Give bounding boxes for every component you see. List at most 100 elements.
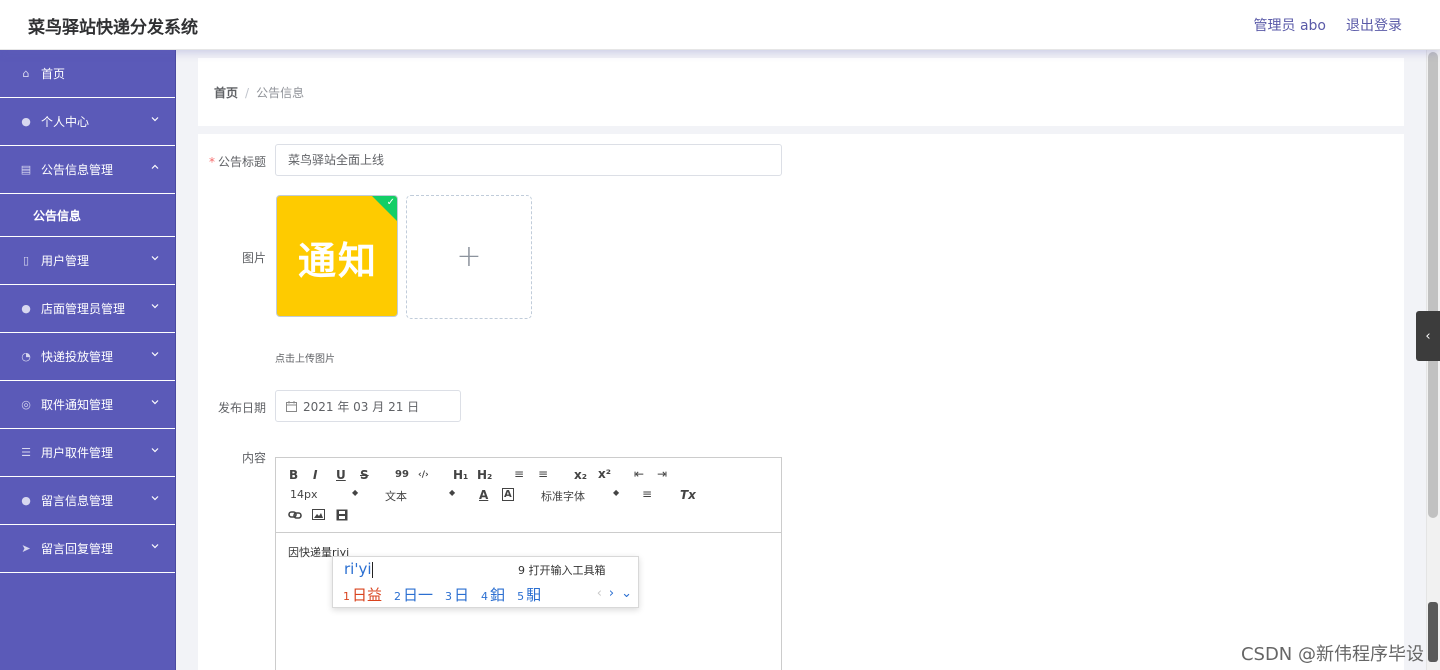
quote-button[interactable]: 99 (395, 468, 409, 482)
image-upload-button[interactable]: + (406, 195, 532, 319)
date-picker[interactable]: 2021 年 03 月 21 日 (275, 390, 461, 422)
sidebar-item-label: 店面管理员管理 (41, 302, 126, 316)
sidebar-item-label: 留言回复管理 (41, 542, 114, 556)
select-arrow-icon: ◆ (449, 488, 456, 497)
sidebar-item-label: 首页 (41, 67, 66, 81)
sidebar-item-label: 个人中心 (41, 115, 90, 129)
person-icon: ● (21, 302, 31, 315)
italic-button[interactable]: I (313, 468, 317, 482)
floating-widget[interactable] (1428, 602, 1438, 662)
sidebar-item[interactable]: ● 留言信息管理 (0, 477, 175, 525)
app-title: 菜鸟驿站快递分发系统 (28, 18, 198, 38)
admin-user-label[interactable]: 管理员 abo (1254, 15, 1326, 35)
check-icon: ✓ (386, 197, 395, 208)
text-color-button[interactable]: A (479, 488, 488, 502)
sidebar-item[interactable]: ◎ 取件通知管理 (0, 381, 175, 429)
content-label: 内容 (241, 451, 266, 465)
h1-button[interactable]: H₁ (453, 468, 468, 482)
font-size-select[interactable]: 14px ◆ (290, 488, 360, 501)
chevron-down-icon[interactable]: ⌄ (621, 586, 632, 601)
breadcrumb-panel: 首页 / 公告信息 (198, 58, 1404, 126)
sidebar-item-label: 留言信息管理 (41, 494, 114, 508)
ime-candidate-list: 1 日益 2 日一 3 日 4 鈤 5 馹 (343, 584, 541, 605)
superscript-button[interactable]: x² (598, 467, 611, 481)
chevron-left-icon[interactable]: ‹ (597, 586, 602, 601)
sidebar-item[interactable]: ◔ 快递投放管理 (0, 333, 175, 381)
header-actions: 管理员 abo 退出登录 (1254, 15, 1402, 35)
sidebar-item[interactable]: ➤ 留言回复管理 (0, 525, 175, 573)
logout-link[interactable]: 退出登录 (1346, 15, 1402, 35)
underline-button[interactable]: U (336, 468, 346, 482)
clear-format-button[interactable]: Tx (680, 488, 696, 502)
ordered-list-button[interactable]: ≡ (514, 467, 524, 481)
ime-candidate[interactable]: 4鈤 (481, 584, 505, 605)
sidebar-item[interactable]: ☰ 用户取件管理 (0, 429, 175, 477)
chevron-down-icon (151, 256, 159, 261)
sidebar-item-label: 用户取件管理 (41, 446, 114, 460)
font-family-select[interactable]: 标准字体 ◆ (541, 488, 623, 504)
chevron-right-icon[interactable]: › (609, 586, 614, 601)
subscript-button[interactable]: x₂ (574, 468, 587, 482)
image-label: 图片 (241, 251, 266, 265)
breadcrumb-home[interactable]: 首页 (214, 86, 238, 100)
ime-candidate[interactable]: 5馹 (517, 584, 541, 605)
header-select[interactable]: 文本 ◆ (385, 488, 460, 504)
align-button[interactable]: ≡ (642, 487, 652, 501)
chevron-down-icon (151, 352, 159, 357)
video-icon[interactable] (336, 509, 348, 521)
h2-button[interactable]: H₂ (477, 468, 492, 482)
ime-toolbox-hint[interactable]: 9 打开输入工具箱 (518, 562, 606, 578)
bullet-list-button[interactable]: ≡ (538, 467, 548, 481)
scrollbar-thumb[interactable] (1428, 52, 1438, 518)
date-label: 发布日期 (217, 401, 266, 415)
strike-button[interactable]: S (360, 468, 369, 482)
uploaded-image-thumbnail[interactable]: 通知 ✓ (276, 195, 398, 317)
background-color-button[interactable]: A (502, 488, 514, 501)
chevron-down-icon (151, 304, 159, 309)
title-label: * 公告标题 (208, 155, 266, 169)
breadcrumb-separator: / (245, 86, 250, 100)
sidebar-item-label: 取件通知管理 (41, 398, 114, 412)
sidebar-subitem-notice[interactable]: 公告信息 (0, 194, 175, 237)
sidebar-item[interactable]: ▯ 用户管理 (0, 237, 175, 285)
indent-button[interactable]: ⇥ (657, 467, 667, 481)
chevron-down-icon (151, 448, 159, 453)
chevron-down-icon (151, 544, 159, 549)
ime-candidate-popup: ri'yi 9 打开输入工具箱 1 日益 2 日一 3 日 4 鈤 5 馹 ‹ › ⌄ (332, 556, 639, 608)
home-icon: ⌂ (22, 67, 30, 80)
globe-icon: ◎ (21, 398, 31, 411)
list-icon: ☰ (21, 446, 31, 459)
bold-button[interactable]: B (289, 468, 298, 482)
sidebar-item[interactable]: ● 个人中心 (0, 98, 175, 146)
required-mark: * (208, 155, 215, 169)
ime-candidate[interactable]: 1 日益 (343, 584, 382, 605)
upload-tip: 点击上传图片 (275, 354, 335, 365)
calendar-icon (286, 400, 297, 412)
code-button[interactable]: ‹/› (418, 468, 429, 482)
outdent-button[interactable]: ⇤ (634, 467, 644, 481)
breadcrumb-current: 公告信息 (256, 86, 305, 100)
sidebar-item[interactable]: ⌂ 首页 (0, 50, 175, 98)
chevron-down-icon (151, 117, 159, 122)
link-icon[interactable] (288, 509, 302, 521)
chevron-left-icon[interactable]: ‹ (1416, 311, 1440, 361)
select-arrow-icon: ◆ (613, 488, 620, 497)
sidebar-item-label: 公告信息管理 (41, 163, 114, 177)
gauge-icon: ◔ (21, 350, 31, 363)
title-input[interactable]: 菜鸟驿站全面上线 (275, 144, 782, 176)
user-icon: ● (21, 115, 31, 128)
microphone-icon: ▯ (22, 254, 30, 267)
ime-candidate[interactable]: 2 日一 (394, 584, 433, 605)
location-icon: ● (21, 494, 31, 507)
sidebar-item[interactable]: ▤ 公告信息管理 (0, 146, 175, 194)
image-icon[interactable] (312, 509, 325, 520)
sidebar-item-label: 快递投放管理 (41, 350, 114, 364)
sidebar-item-label: 用户管理 (41, 254, 90, 268)
chevron-down-icon (151, 496, 159, 501)
ime-candidate[interactable]: 3日 (445, 584, 469, 605)
sidebar-menu: ⌂ 首页 ● 个人中心 ▤ 公告信息管理 公告信息 ▯ 用户管理 ● 店面管理员管理 ◔ 快递投放管理 ◎… (0, 50, 176, 670)
send-icon: ➤ (21, 542, 31, 555)
sidebar-item[interactable]: ● 店面管理员管理 (0, 285, 175, 333)
ime-composition: ri'yi (344, 560, 373, 578)
notice-image-text: 通知 (297, 237, 378, 283)
